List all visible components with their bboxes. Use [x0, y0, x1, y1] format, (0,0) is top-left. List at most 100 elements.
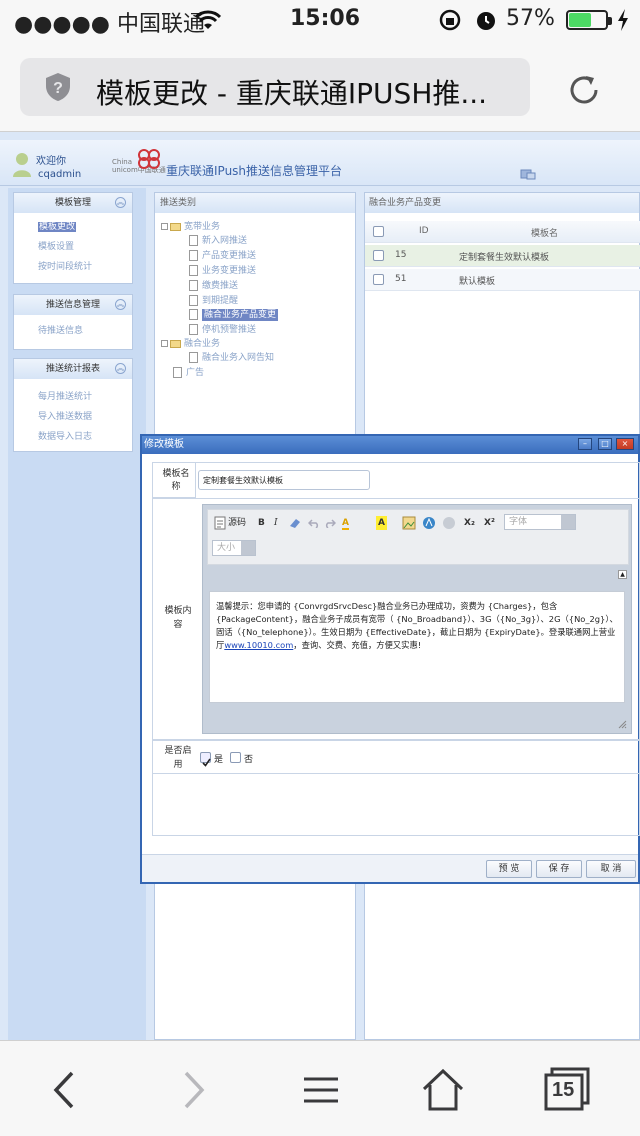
tree-node-label: 业务变更推送 [202, 266, 257, 276]
folder-icon [170, 222, 181, 231]
menu-header-push-info[interactable]: 推送信息管理 ︽ [14, 295, 132, 315]
source-icon [214, 516, 226, 530]
tabs-count: 15 [552, 1079, 575, 1101]
name-label-line-2: 称 [171, 482, 181, 492]
tree-node-expiry[interactable]: 到期提醒 [189, 293, 238, 306]
minimize-icon[interactable]: – [578, 438, 592, 450]
bookmarks-icon[interactable] [296, 1065, 346, 1115]
column-id-header: ID [419, 226, 429, 236]
font-color-button[interactable]: A [342, 516, 349, 530]
page-title: 模板更改 - 重庆联通IPUSH推... [96, 77, 488, 110]
font-size-select[interactable]: 大小 [212, 540, 256, 556]
collapse-icon[interactable]: ︽ [115, 363, 126, 374]
superscript-button[interactable]: X² [484, 516, 495, 530]
document-icon [189, 265, 198, 276]
content-label: 模板内 容 [158, 604, 198, 632]
subscript-button[interactable]: X₂ [464, 516, 475, 530]
image-icon[interactable] [402, 516, 416, 530]
table-row[interactable]: 15 定制套餐生效默认模板 [365, 245, 640, 267]
tree-node-product-change[interactable]: 产品变更推送 [189, 248, 256, 261]
highlight-button[interactable]: A [376, 516, 387, 530]
menu-item-monthly-stats[interactable]: 每月推送统计 [14, 387, 132, 407]
back-icon[interactable] [40, 1065, 90, 1115]
menu-item-template-edit[interactable]: 模板更改 [14, 217, 132, 237]
menu-header-label: 推送信息管理 [45, 300, 100, 310]
source-button[interactable]: 源码 [228, 516, 246, 530]
content-link[interactable]: www.10010.com [224, 640, 293, 650]
rotation-lock-icon [439, 9, 461, 31]
tree-node-broadband[interactable]: 宽带业务 [161, 219, 220, 232]
row-checkbox[interactable] [373, 274, 384, 285]
content-label-line-1: 模板内 [164, 606, 192, 616]
tree-node-converged-network-notice[interactable]: 融合业务入网告知 [189, 350, 274, 363]
tabs-button[interactable]: 15 [544, 1065, 594, 1115]
reload-icon[interactable] [564, 70, 604, 110]
cancel-button[interactable]: 取 消 [586, 860, 636, 878]
settings-icon[interactable] [520, 168, 536, 180]
enable-yes-checkbox[interactable] [200, 752, 211, 767]
forward-icon[interactable] [168, 1065, 218, 1115]
menu-item-label: 导入推送数据 [38, 412, 93, 422]
user-avatar-icon [13, 153, 31, 177]
edit-template-dialog: 修改模板 – □ × 模板名 称 定制套餐生效默认模板 模板内 容 源码 B I [140, 434, 640, 884]
font-family-select[interactable]: 字体 [504, 514, 576, 530]
emoticon-icon[interactable] [442, 516, 456, 530]
maximize-icon[interactable]: □ [598, 438, 612, 450]
dialog-titlebar[interactable]: 修改模板 – □ × [142, 436, 638, 454]
save-button[interactable]: 保 存 [536, 860, 582, 878]
left-menu: 模板管理 ︽ 模板更改 模板设置 按时间段统计 推送信息管理 ︽ 待推送信息 推… [8, 188, 146, 1040]
document-icon [189, 295, 198, 306]
collapse-icon[interactable]: ︽ [115, 197, 126, 208]
menu-item-import-data[interactable]: 导入推送数据 [14, 407, 132, 427]
menu-item-import-log[interactable]: 数据导入日志 [14, 427, 132, 447]
document-icon [189, 280, 198, 291]
rich-text-editor: 源码 B I A A X₂ X² 字体 大小 ▲ 温馨提示：您申请的 {Conv… [202, 504, 632, 734]
font-size-placeholder: 大小 [217, 543, 236, 553]
menu-header-template[interactable]: 模板管理 ︽ [14, 193, 132, 213]
folder-icon [170, 339, 181, 348]
menu-item-template-settings[interactable]: 模板设置 [14, 237, 132, 257]
menu-item-label: 按时间段统计 [38, 262, 93, 272]
home-icon[interactable] [418, 1065, 468, 1115]
tree-node-converged[interactable]: 融合业务 [161, 336, 220, 349]
table-row[interactable]: 51 默认模板 [365, 269, 640, 291]
menu-header-push-stats[interactable]: 推送统计报表 ︽ [14, 359, 132, 379]
row-checkbox[interactable] [373, 250, 384, 261]
preview-button[interactable]: 预 览 [486, 860, 532, 878]
undo-icon[interactable] [308, 518, 320, 528]
tree-node-payment[interactable]: 缴费推送 [189, 278, 238, 291]
enable-no-checkbox[interactable] [230, 752, 241, 763]
content-label-line-2: 容 [173, 620, 183, 630]
menu-item-label: 待推送信息 [38, 326, 84, 336]
menu-header-label: 模板管理 [54, 198, 91, 208]
select-all-checkbox[interactable] [373, 226, 384, 237]
document-icon [189, 324, 198, 335]
tree-header: 推送类别 [155, 193, 355, 213]
tree-node-advertising[interactable]: 广告 [173, 365, 204, 378]
tree-node-suspension-warning[interactable]: 停机预警推送 [189, 322, 256, 335]
alarm-icon [477, 12, 495, 30]
close-icon[interactable]: × [616, 438, 634, 450]
collapse-icon[interactable]: ︽ [115, 299, 126, 310]
redo-icon[interactable] [324, 518, 336, 528]
tree-node-new-network[interactable]: 新入网推送 [189, 233, 247, 246]
chevron-down-icon [241, 541, 255, 555]
document-icon [189, 309, 198, 320]
eraser-icon[interactable] [288, 517, 302, 529]
template-name-input[interactable]: 定制套餐生效默认模板 [198, 470, 370, 490]
collapse-toolbar-icon[interactable]: ▲ [618, 570, 627, 579]
flash-icon[interactable] [422, 516, 436, 530]
italic-button[interactable]: I [274, 516, 278, 530]
template-content-editor[interactable]: 温馨提示：您申请的 {ConvrgdSrvcDesc}融合业务已办理成功，资费为… [209, 591, 625, 703]
bold-button[interactable]: B [258, 516, 265, 530]
url-field[interactable]: ? 模板更改 - 重庆联通IPUSH推... [20, 58, 530, 116]
menu-item-period-stats[interactable]: 按时间段统计 [14, 257, 132, 277]
tree-node-business-change[interactable]: 业务变更推送 [189, 263, 256, 276]
document-icon [189, 235, 198, 246]
name-label-line-1: 模板名 [162, 469, 190, 479]
menu-item-pending-push[interactable]: 待推送信息 [14, 321, 132, 341]
svg-text:?: ? [53, 80, 63, 97]
resize-handle-icon[interactable] [617, 719, 627, 729]
tree-node-converged-product-change[interactable]: 融合业务产品变更 [189, 307, 279, 321]
editor-toolbar: 源码 B I A A X₂ X² 字体 大小 ▲ [207, 509, 629, 579]
